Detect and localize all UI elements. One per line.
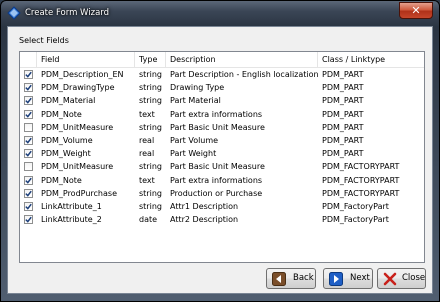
table-row[interactable]: PDM_ProdPurchase string Production or Purc… [20, 187, 424, 200]
cell-class: PDM_FACTORYPART [322, 162, 400, 172]
row-checkbox[interactable] [24, 109, 33, 119]
cell-class: PDM_FactoryPart [322, 202, 389, 211]
cell-field: PDM_Description_EN [41, 70, 124, 79]
back-arrow-icon [272, 272, 286, 286]
cell-type: text [139, 109, 155, 119]
cell-description: Drawing Type [170, 83, 225, 93]
row-checkbox[interactable] [24, 149, 33, 159]
table-row[interactable]: PDM_UnitMeasure string Part Basic Unit Mea… [20, 160, 424, 173]
close-x-icon [383, 272, 397, 286]
cell-field: PDM_UnitMeasure [41, 122, 114, 132]
cell-description: Part Weight [170, 149, 217, 159]
cell-description: Part Material [170, 96, 221, 106]
cell-description: Part Volume [170, 136, 219, 145]
table-row[interactable]: PDM_Note text Part extra informations PDM_P… [20, 108, 424, 121]
table-row[interactable]: PDM_Volume real Part Volume PDM_PART [20, 134, 424, 147]
cell-type: string [139, 70, 162, 79]
row-checkbox[interactable] [24, 96, 33, 106]
cell-description: Part Basic Unit Measure [170, 162, 265, 172]
list-header: Field Type Description Class / Linktype [20, 52, 424, 68]
close-button-label: Close [402, 273, 426, 283]
cell-class: PDM_PART [322, 109, 364, 119]
table-row[interactable]: LinkAttribute_2 date Attr2 Description PDM_… [20, 213, 424, 226]
select-fields-label: Select Fields [19, 36, 69, 45]
header-field[interactable]: Field [37, 52, 135, 67]
back-button[interactable]: Back [266, 268, 316, 289]
cell-class: PDM_FACTORYPART [322, 188, 400, 198]
row-checkbox[interactable] [24, 136, 33, 145]
title-bar[interactable]: Create Form Wizard ✕ [1, 1, 439, 26]
cell-type: string [139, 122, 162, 132]
cell-type: text [139, 175, 155, 185]
cell-field: PDM_Weight [41, 149, 91, 159]
cell-type: string [139, 96, 162, 106]
row-checkbox[interactable] [24, 215, 33, 225]
cell-class: PDM_FactoryPart [322, 215, 389, 225]
back-button-label: Back [293, 273, 314, 283]
header-class-linktype[interactable]: Class / Linktype [318, 52, 424, 67]
header-description[interactable]: Description [166, 52, 318, 67]
cell-class: PDM_PART [322, 149, 364, 159]
row-checkbox[interactable] [24, 70, 33, 79]
wizard-content: Select Fields Field Type Description Cla… [7, 26, 433, 294]
row-checkbox[interactable] [24, 162, 33, 172]
app-logo-icon [7, 6, 21, 20]
cell-class: PDM_PART [322, 136, 364, 145]
next-button[interactable]: Next [323, 268, 373, 289]
cell-description: Production or Purchase [170, 188, 263, 198]
cell-class: PDM_PART [322, 83, 364, 93]
row-checkbox[interactable] [24, 83, 33, 93]
cell-description: Part extra informations [170, 109, 263, 119]
row-checkbox[interactable] [24, 175, 33, 185]
table-row[interactable]: LinkAttribute_1 string Attr1 Description PD… [20, 200, 424, 213]
wizard-window: Create Form Wizard ✕ Select Fields Field… [0, 0, 440, 302]
header-type[interactable]: Type [135, 52, 166, 67]
row-checkbox[interactable] [24, 188, 33, 198]
cell-description: Part Basic Unit Measure [170, 122, 265, 132]
row-checkbox[interactable] [24, 202, 33, 211]
row-checkbox[interactable] [24, 122, 33, 132]
cell-field: PDM_UnitMeasure [41, 162, 114, 172]
cell-field: PDM_Note [41, 109, 82, 119]
cell-type: string [139, 188, 162, 198]
fields-list[interactable]: Field Type Description Class / Linktype … [19, 51, 425, 263]
next-arrow-icon [329, 272, 343, 286]
cell-type: date [139, 215, 158, 225]
cell-class: PDM_PART [322, 70, 364, 79]
window-close-button[interactable]: ✕ [399, 2, 433, 19]
cell-type: string [139, 162, 162, 172]
cell-field: PDM_DrawingType [41, 83, 115, 93]
cell-field: LinkAttribute_1 [41, 202, 102, 211]
cell-field: LinkAttribute_2 [41, 215, 102, 225]
cell-field: PDM_ProdPurchase [41, 188, 117, 198]
window-title: Create Form Wizard [25, 8, 110, 18]
table-row[interactable]: PDM_DrawingType string Drawing Type PDM_PAR… [20, 81, 424, 94]
cell-description: Part Description - English localization [170, 70, 318, 79]
table-row[interactable]: PDM_Note text Part extra informations PDM_F… [20, 174, 424, 187]
table-row[interactable]: PDM_Material string Part Material PDM_PART [20, 94, 424, 107]
table-row[interactable]: PDM_Weight real Part Weight PDM_PART [20, 147, 424, 160]
cell-type: real [139, 136, 155, 145]
header-check-column[interactable] [20, 52, 37, 67]
cell-class: PDM_PART [322, 122, 364, 132]
cell-type: real [139, 149, 155, 159]
cell-class: PDM_FACTORYPART [322, 175, 400, 185]
close-button[interactable]: Close [377, 268, 426, 289]
cell-field: PDM_Volume [41, 136, 93, 145]
table-row[interactable]: PDM_Description_EN string Part Description… [20, 68, 424, 81]
cell-field: PDM_Note [41, 175, 82, 185]
cell-type: string [139, 202, 162, 211]
cell-class: PDM_PART [322, 96, 364, 106]
next-button-label: Next [350, 273, 370, 283]
table-row[interactable]: PDM_UnitMeasure string Part Basic Unit Mea… [20, 121, 424, 134]
cell-description: Attr1 Description [170, 202, 239, 211]
cell-field: PDM_Material [41, 96, 96, 106]
cell-description: Part extra informations [170, 175, 263, 185]
cell-type: string [139, 83, 162, 93]
cell-description: Attr2 Description [170, 215, 239, 225]
